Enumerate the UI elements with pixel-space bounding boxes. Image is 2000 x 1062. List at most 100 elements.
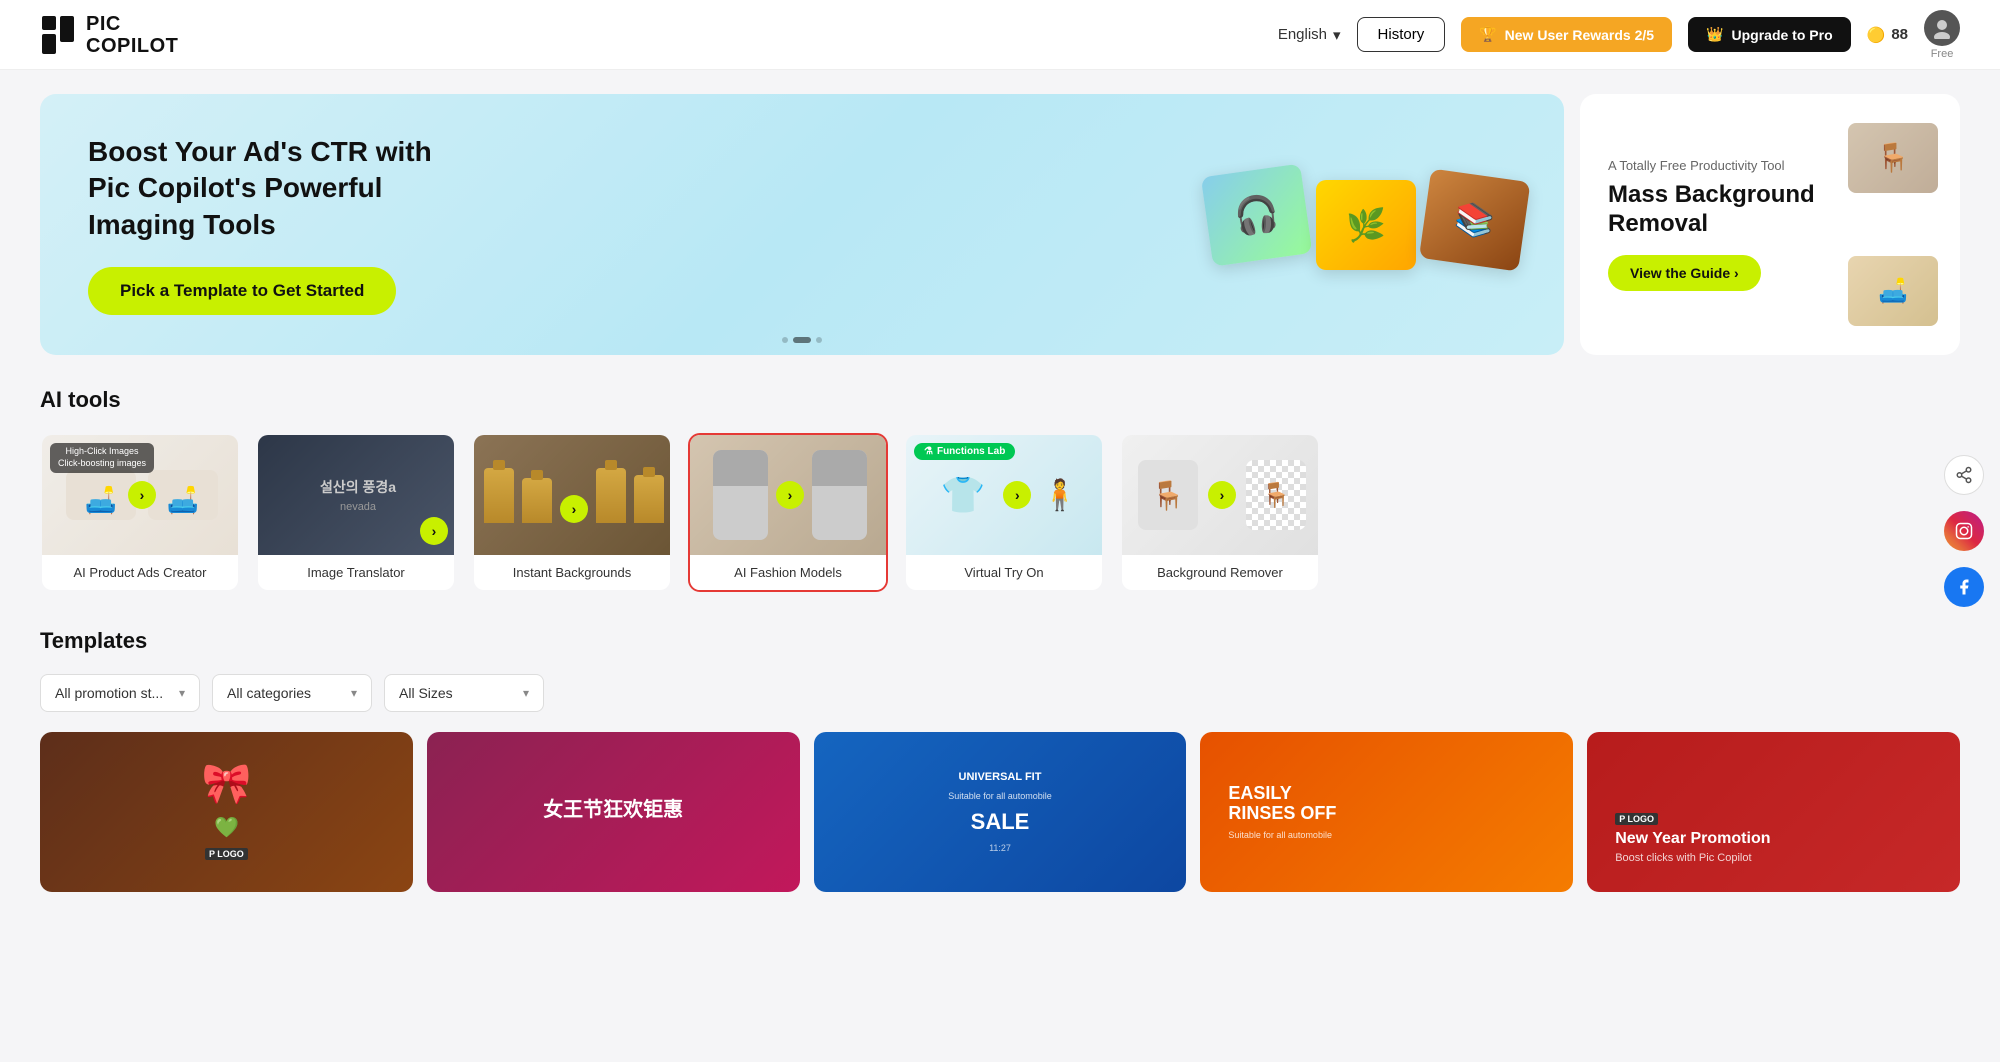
header-right: English ▾ History 🏆 New User Rewards 2/5… xyxy=(1278,10,1960,60)
template-4-content: EASILYRINSES OFF Suitable for all automo… xyxy=(1216,748,1557,876)
template-5-sub: Boost clicks with Pic Copilot xyxy=(1615,852,1751,864)
language-selector[interactable]: English ▾ xyxy=(1278,26,1341,44)
template-card-5[interactable]: P LOGO New Year Promotion Boost clicks w… xyxy=(1587,732,1960,892)
tool-card-fashion-models[interactable]: › AI Fashion Models xyxy=(688,433,888,592)
template-inner-2: 女王节狂欢钜惠 xyxy=(427,732,800,892)
banner-image-3: 📚 xyxy=(1419,168,1531,271)
template-4-sub: Suitable for all automobile xyxy=(1228,830,1332,840)
banner-image-2: 🌿 xyxy=(1316,180,1416,270)
tool-card-instant-backgrounds[interactable]: › Instant Backgrounds xyxy=(472,433,672,592)
flask-icon: ⚗ xyxy=(924,446,933,457)
template-5-title: New Year Promotion xyxy=(1615,829,1770,848)
chair-icon-2: 🪑 xyxy=(1261,481,1291,510)
upgrade-button[interactable]: 👑 Upgrade to Pro xyxy=(1688,17,1851,52)
categories-filter[interactable]: All categories ▾ xyxy=(212,674,372,712)
history-button[interactable]: History xyxy=(1357,17,1446,52)
sizes-filter[interactable]: All Sizes ▾ xyxy=(384,674,544,712)
avatar-image xyxy=(1924,10,1960,46)
tool-label-fashion-models: AI Fashion Models xyxy=(690,555,886,590)
rewards-button[interactable]: 🏆 New User Rewards 2/5 xyxy=(1461,17,1672,52)
user-avatar[interactable]: Free xyxy=(1924,10,1960,60)
coins-display: 🟡 88 xyxy=(1867,26,1908,44)
tool-arrow-1: › xyxy=(128,481,156,509)
bg-remover-content: 🪑 › 🪑 xyxy=(1122,435,1320,555)
facebook-button[interactable] xyxy=(1944,567,1984,607)
banner-dots xyxy=(782,337,822,343)
model-with-shirt: 🧍 xyxy=(1041,478,1078,513)
promotion-filter[interactable]: All promotion st... ▾ xyxy=(40,674,200,712)
tool-card-product-ads[interactable]: High-Click ImagesClick-boosting images 🛋… xyxy=(40,433,240,592)
functions-lab-badge: ⚗ Functions Lab xyxy=(914,443,1015,460)
main-content: Boost Your Ad's CTR with Pic Copilot's P… xyxy=(0,70,2000,916)
tool-label-image-translator: Image Translator xyxy=(258,555,454,590)
tool-image-translator-img: 설산의 풍경a nevada › xyxy=(258,435,456,555)
model-figure-1 xyxy=(713,450,768,540)
template-5-content: P LOGO New Year Promotion Boost clicks w… xyxy=(1603,748,1944,876)
banner-content: Boost Your Ad's CTR with Pic Copilot's P… xyxy=(88,134,468,315)
template-inner-3: UNIVERSAL FIT Suitable for all automobil… xyxy=(814,732,1187,892)
template-1-jewelry: 💚 xyxy=(214,815,239,840)
perfume-content: › xyxy=(474,458,672,533)
tools-grid: High-Click ImagesClick-boosting images 🛋… xyxy=(40,433,1960,592)
tool-arrow-5: › xyxy=(1003,481,1031,509)
template-card-2[interactable]: 女王节狂欢钜惠 xyxy=(427,732,800,892)
instagram-button[interactable] xyxy=(1944,511,1984,551)
sizes-filter-label: All Sizes xyxy=(399,685,453,701)
template-3-content: UNIVERSAL FIT Suitable for all automobil… xyxy=(830,748,1171,876)
nevada-text: nevada xyxy=(340,501,376,513)
model-content: › xyxy=(690,435,888,555)
dot-3 xyxy=(816,337,822,343)
korean-text: 설산의 풍경a xyxy=(320,477,396,497)
template-3-heading: UNIVERSAL FIT xyxy=(959,771,1042,783)
side-image-table: 🛋️ xyxy=(1848,256,1938,326)
perfume-3 xyxy=(596,468,626,523)
chevron-down-icon: ▾ xyxy=(1333,26,1341,44)
side-image-chair: 🪑 xyxy=(1848,123,1938,193)
template-2-content: 女王节狂欢钜惠 xyxy=(443,748,784,876)
headphone-image: 🎧 xyxy=(1201,163,1313,266)
filters-row: All promotion st... ▾ All categories ▾ A… xyxy=(40,674,1960,712)
tool-card-background-remover[interactable]: 🪑 › 🪑 Background Remover xyxy=(1120,433,1320,592)
tool-image-background-remover: 🪑 › 🪑 xyxy=(1122,435,1320,555)
template-inner-5: P LOGO New Year Promotion Boost clicks w… xyxy=(1587,732,1960,892)
side-social-panel xyxy=(1944,455,1984,607)
tool-card-image-translator[interactable]: 설산의 풍경a nevada › Image Translator xyxy=(256,433,456,592)
tool-arrow-4: › xyxy=(776,481,804,509)
model-figure-2 xyxy=(812,450,867,540)
template-5-logo: P LOGO xyxy=(1615,813,1658,825)
template-inner-4: EASILYRINSES OFF Suitable for all automo… xyxy=(1200,732,1573,892)
dot-1 xyxy=(782,337,788,343)
avatar-label: Free xyxy=(1931,48,1954,60)
template-card-4[interactable]: EASILYRINSES OFF Suitable for all automo… xyxy=(1200,732,1573,892)
shirt-image: 👕 xyxy=(933,460,993,530)
chair-no-bg: 🪑 xyxy=(1246,460,1306,530)
tool-arrow-6: › xyxy=(1208,481,1236,509)
template-4-title: EASILYRINSES OFF xyxy=(1228,784,1336,824)
sofa-2: 🛋️ xyxy=(148,470,218,520)
template-inner-1: 🎀 💚 P LOGO xyxy=(40,732,413,892)
view-guide-button[interactable]: View the Guide › xyxy=(1608,255,1761,291)
template-3-time: 11:27 xyxy=(989,843,1011,853)
tool-image-product-ads: High-Click ImagesClick-boosting images 🛋… xyxy=(42,435,240,555)
categories-filter-label: All categories xyxy=(227,685,311,701)
trophy-icon: 🏆 xyxy=(1479,26,1496,43)
chevron-down-icon-1: ▾ xyxy=(179,686,185,700)
tool-label-instant-backgrounds: Instant Backgrounds xyxy=(474,555,670,590)
templates-grid: 🎀 💚 P LOGO 女王节狂欢钜惠 xyxy=(40,732,1960,892)
template-card-3[interactable]: UNIVERSAL FIT Suitable for all automobil… xyxy=(814,732,1187,892)
ai-tools-title: AI tools xyxy=(40,387,1960,413)
tool-image-instant-bg: › xyxy=(474,435,672,555)
header: PICCOPILOT English ▾ History 🏆 New User … xyxy=(0,0,2000,70)
banner-heading: Boost Your Ad's CTR with Pic Copilot's P… xyxy=(88,134,468,243)
template-card-1[interactable]: 🎀 💚 P LOGO xyxy=(40,732,413,892)
banner-cta-button[interactable]: Pick a Template to Get Started xyxy=(88,267,396,315)
share-button[interactable] xyxy=(1944,455,1984,495)
logo[interactable]: PICCOPILOT xyxy=(40,13,178,57)
banner-image-1: 🎧 xyxy=(1201,163,1313,266)
logo-icon xyxy=(40,14,76,56)
tool-arrow-3: › xyxy=(560,495,588,523)
side-banner: A Totally Free Productivity Tool Mass Ba… xyxy=(1580,94,1960,355)
tool-card-virtual-try-on[interactable]: ⚗ Functions Lab 👕 › 🧍 Virtual Try On xyxy=(904,433,1104,592)
chevron-down-icon-3: ▾ xyxy=(523,686,529,700)
dot-2 xyxy=(793,337,811,343)
